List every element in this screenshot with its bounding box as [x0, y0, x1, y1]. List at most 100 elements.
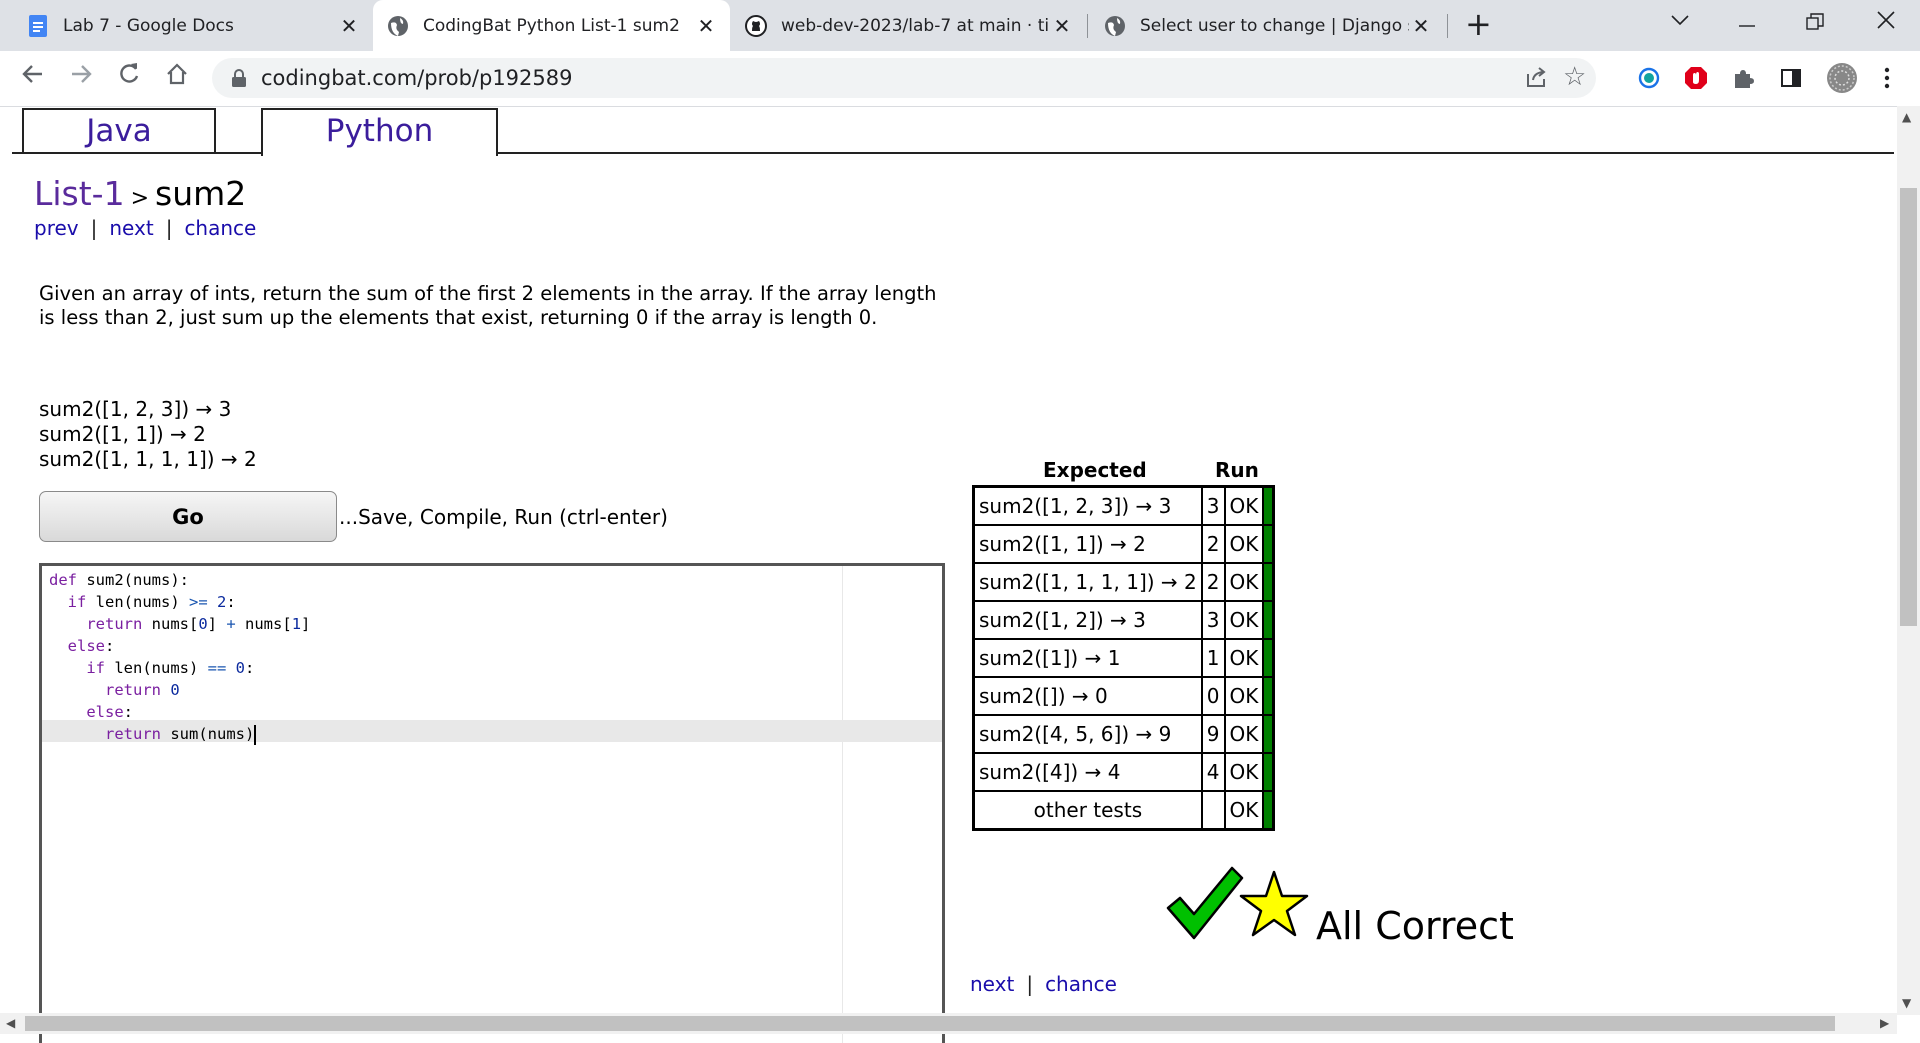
- bookmark-star-icon[interactable]: ☆: [1563, 62, 1586, 92]
- status-cell: OK: [1223, 752, 1265, 792]
- expected-cell: sum2([1, 2, 3]) → 3: [972, 485, 1203, 526]
- expected-cell: sum2([4, 5, 6]) → 9: [972, 714, 1203, 754]
- text-cursor: [254, 724, 257, 745]
- tab-title: web-dev-2023/lab-7 at main · tin: [781, 15, 1050, 36]
- tab-python[interactable]: Python: [261, 108, 498, 156]
- tab-title: CodingBat Python List-1 sum2: [423, 15, 680, 36]
- expected-cell: sum2([1, 1]) → 2: [972, 524, 1203, 564]
- result-row: sum2([4]) → 4 4 OK: [972, 752, 1275, 792]
- go-hint: ...Save, Compile, Run (ctrl-enter): [339, 505, 668, 529]
- scroll-down-icon[interactable]: ▼: [1902, 996, 1911, 1010]
- share-icon[interactable]: [1525, 66, 1549, 93]
- expected-cell: sum2([]) → 0: [972, 676, 1203, 716]
- run-cell: 1: [1200, 638, 1226, 678]
- pass-indicator: [1262, 714, 1275, 754]
- code-line[interactable]: if len(nums) == 0:: [49, 657, 310, 679]
- next-link[interactable]: next: [109, 216, 153, 240]
- next-link[interactable]: next: [970, 972, 1014, 996]
- code-line[interactable]: return sum(nums): [49, 723, 310, 745]
- reload-icon[interactable]: [112, 61, 146, 96]
- pass-indicator: [1262, 524, 1275, 564]
- horizontal-scrollbar[interactable]: ◀ ▶: [0, 1013, 1897, 1034]
- tab-title: Lab 7 - Google Docs: [63, 15, 234, 36]
- extensions-puzzle-icon[interactable]: [1730, 65, 1756, 91]
- example-line: sum2([1, 1]) → 2: [39, 422, 206, 446]
- globe-icon: [387, 15, 409, 37]
- new-tab-button[interactable]: +: [1465, 8, 1492, 40]
- scroll-right-icon[interactable]: ▶: [1880, 1016, 1889, 1030]
- status-cell: OK: [1223, 524, 1265, 564]
- run-cell: 0: [1200, 676, 1226, 716]
- run-cell: 9: [1200, 714, 1226, 754]
- print-margin: [842, 566, 843, 1043]
- more-menu-icon[interactable]: [1874, 65, 1900, 91]
- close-tab-icon[interactable]: ✕: [1050, 14, 1074, 38]
- back-icon[interactable]: [16, 61, 50, 96]
- pass-indicator: [1262, 638, 1275, 678]
- profile-avatar-icon[interactable]: [1825, 61, 1859, 95]
- status-cell: OK: [1223, 676, 1265, 716]
- github-icon: [745, 14, 767, 37]
- forward-icon[interactable]: [64, 61, 98, 96]
- close-tab-icon[interactable]: ✕: [1409, 14, 1433, 38]
- tab-title: Select user to change | Django si: [1140, 15, 1409, 36]
- code-line[interactable]: else:: [49, 701, 310, 723]
- scroll-up-icon[interactable]: ▲: [1902, 110, 1911, 124]
- tab-github[interactable]: web-dev-2023/lab-7 at main · tin ✕: [731, 0, 1086, 51]
- tab-google-docs[interactable]: Lab 7 - Google Docs ✕: [13, 0, 373, 51]
- minimize-icon[interactable]: [1738, 10, 1756, 35]
- pass-indicator: [1262, 752, 1275, 792]
- run-cell: 2: [1200, 562, 1226, 602]
- all-correct-text: All Correct: [1316, 904, 1514, 948]
- run-cell: 3: [1200, 485, 1226, 526]
- prev-link[interactable]: prev: [34, 216, 79, 240]
- nav-divider: |: [90, 216, 98, 240]
- close-window-icon[interactable]: [1876, 10, 1896, 36]
- lock-icon[interactable]: [228, 67, 250, 89]
- code-text[interactable]: def sum2(nums): if len(nums) >= 2: retur…: [49, 569, 310, 745]
- code-editor[interactable]: def sum2(nums): if len(nums) >= 2: retur…: [39, 563, 945, 1043]
- side-panel-icon[interactable]: [1778, 65, 1804, 91]
- run-header: Run: [1215, 458, 1259, 482]
- scroll-thumb[interactable]: [1900, 188, 1917, 626]
- code-line[interactable]: if len(nums) >= 2:: [49, 591, 310, 613]
- pass-indicator: [1262, 790, 1275, 831]
- code-line[interactable]: return 0: [49, 679, 310, 701]
- close-tab-icon[interactable]: ✕: [694, 14, 718, 38]
- close-tab-icon[interactable]: ✕: [337, 14, 361, 38]
- code-line[interactable]: return nums[0] + nums[1]: [49, 613, 310, 635]
- vertical-scrollbar[interactable]: ▲ ▼: [1897, 106, 1920, 1015]
- adblock-icon[interactable]: [1683, 65, 1709, 91]
- scroll-left-icon[interactable]: ◀: [6, 1016, 15, 1030]
- go-button[interactable]: Go: [39, 491, 337, 542]
- tab-divider: [1087, 14, 1088, 38]
- result-row: other tests OK: [972, 790, 1275, 831]
- tab-divider: [1447, 14, 1448, 38]
- extension-circle-icon[interactable]: [1636, 65, 1662, 91]
- code-line[interactable]: else:: [49, 635, 310, 657]
- tab-java[interactable]: Java: [22, 108, 216, 152]
- chance-link[interactable]: chance: [1045, 972, 1117, 996]
- pass-indicator: [1262, 600, 1275, 640]
- tab-search-icon[interactable]: [1670, 8, 1690, 33]
- all-correct-banner: All Correct: [1164, 862, 1524, 948]
- expected-header: Expected: [1043, 458, 1147, 482]
- home-icon[interactable]: [160, 61, 194, 96]
- expected-cell: sum2([1, 2]) → 3: [972, 600, 1203, 640]
- tab-django[interactable]: Select user to change | Django si ✕: [1090, 0, 1445, 51]
- chance-link[interactable]: chance: [184, 216, 256, 240]
- restore-icon[interactable]: [1806, 12, 1824, 37]
- address-bar[interactable]: codingbat.com/prob/p192589 ☆: [212, 58, 1596, 98]
- expected-cell: sum2([4]) → 4: [972, 752, 1203, 792]
- url-text[interactable]: codingbat.com/prob/p192589: [261, 66, 572, 90]
- scroll-thumb[interactable]: [25, 1016, 1835, 1031]
- pass-indicator: [1262, 485, 1275, 526]
- globe-icon: [1104, 15, 1126, 37]
- tab-codingbat[interactable]: CodingBat Python List-1 sum2 ✕: [373, 0, 730, 51]
- example-line: sum2([1, 1, 1, 1]) → 2: [39, 447, 257, 471]
- result-row: sum2([4, 5, 6]) → 9 9 OK: [972, 714, 1275, 754]
- code-line[interactable]: def sum2(nums):: [49, 569, 310, 591]
- run-cell: 2: [1200, 524, 1226, 564]
- examples: sum2([1, 2, 3]) → 3 sum2([1, 1]) → 2 sum…: [39, 397, 257, 472]
- breadcrumb-parent[interactable]: List-1: [34, 174, 125, 213]
